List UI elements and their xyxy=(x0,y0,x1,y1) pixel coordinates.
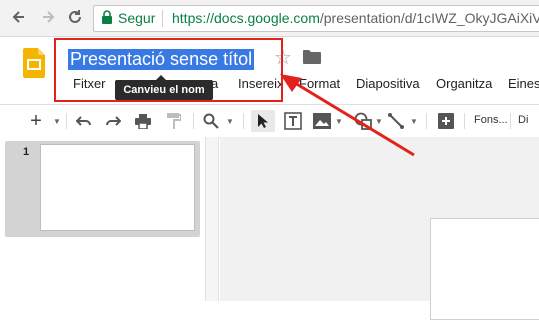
annotation-arrow-icon xyxy=(280,74,415,157)
